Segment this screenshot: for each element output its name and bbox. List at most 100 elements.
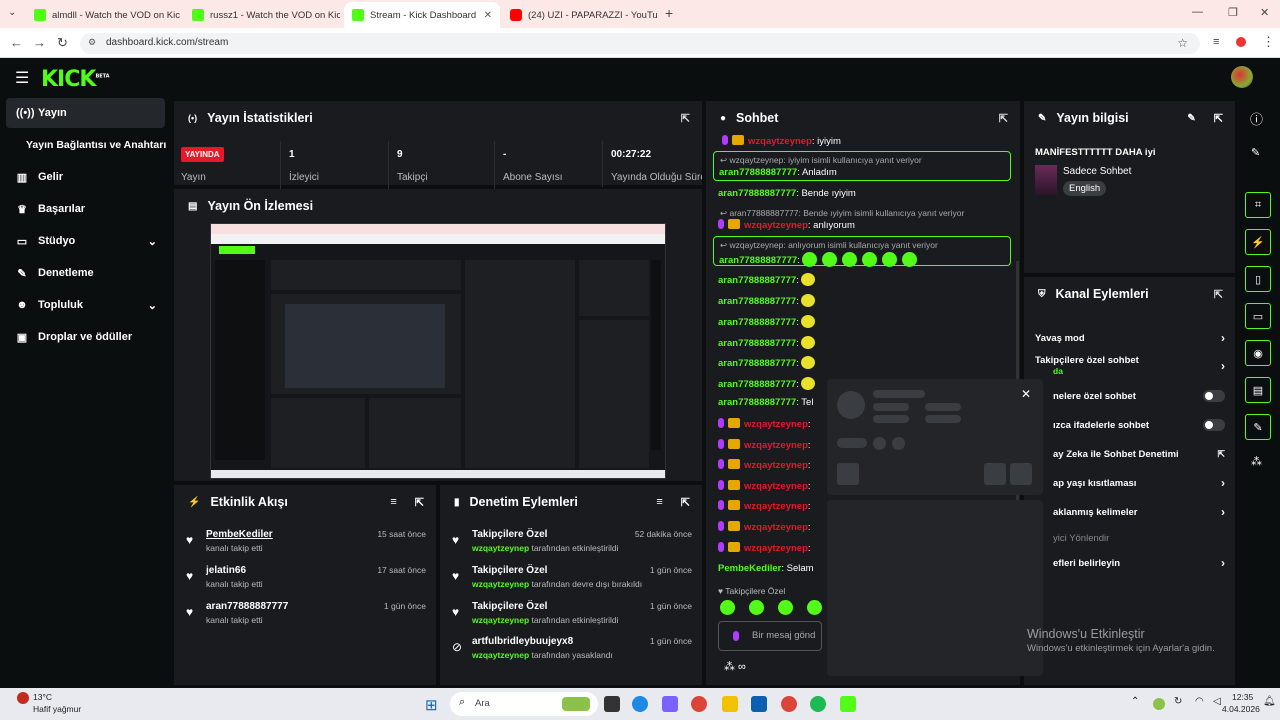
edit-icon[interactable]: ✎ xyxy=(1187,113,1195,124)
sidebar-item-basarilar[interactable]: ♛ Başarılar xyxy=(6,194,165,224)
edit-icon[interactable]: ✎ xyxy=(1251,146,1260,159)
chat-username[interactable]: aran77888887777 xyxy=(718,379,796,390)
document-icon[interactable]: ▯ xyxy=(1245,266,1271,292)
list-item[interactable]: ♥ Takipçilere Özel wzqaytzeynep tarafınd… xyxy=(452,601,692,635)
new-tab-icon[interactable]: + xyxy=(665,5,673,21)
chat-username[interactable]: wzqaytzeynep xyxy=(744,460,808,471)
wifi-icon[interactable]: ◠ xyxy=(1195,696,1204,707)
toggle-switch[interactable] xyxy=(1203,419,1225,431)
sidebar-item-topluluk[interactable]: ☻ Topluluk ⌄ xyxy=(6,290,165,320)
chevron-down-icon[interactable]: ⌄ xyxy=(148,299,157,312)
action-ai-moderation[interactable]: ay Zeka ile Sohbet Denetimi ⇱ xyxy=(1053,447,1225,461)
mod-user[interactable]: wzqaytzeynep xyxy=(472,650,529,660)
minimize-icon[interactable]: — xyxy=(1192,6,1203,18)
sidebar-item-yayin[interactable]: ((•)) Yayın xyxy=(6,98,165,128)
volume-icon[interactable]: ◁ xyxy=(1213,696,1221,707)
close-icon[interactable]: ✕ xyxy=(1021,387,1031,401)
action-set-effects[interactable]: efleri belirleyin › xyxy=(1053,556,1225,570)
chrome-active-icon[interactable] xyxy=(781,696,797,712)
list-item[interactable]: ♥ Takipçilere Özel wzqaytzeynep tarafınd… xyxy=(452,565,692,599)
tray-sync-icon[interactable]: ↻ xyxy=(1174,696,1182,707)
tray-chevron-icon[interactable]: ⌃ xyxy=(1131,696,1139,707)
chat-username[interactable]: wzqaytzeynep xyxy=(744,501,808,512)
list-item[interactable]: ♥ PembeKediler kanalı takip etti 15 saat… xyxy=(186,529,426,563)
chat-username[interactable]: aran77888887777 xyxy=(719,167,797,178)
chat-username[interactable]: wzqaytzeynep xyxy=(748,136,812,147)
mod-user[interactable]: wzqaytzeynep xyxy=(472,579,529,589)
broadcast-icon[interactable]: ◉ xyxy=(1245,340,1271,366)
weather-desc[interactable]: Hafif yağmur xyxy=(33,704,81,714)
chat-icon[interactable]: ▭ xyxy=(1245,303,1271,329)
list-item[interactable]: ⊘ artfulbridleybuujeyx8 wzqaytzeynep tar… xyxy=(452,636,692,670)
extension-icon[interactable] xyxy=(1236,37,1246,47)
kick-app-icon[interactable] xyxy=(840,696,856,712)
forward-icon[interactable]: → xyxy=(33,35,46,50)
chat-username[interactable]: aran77888887777 xyxy=(718,188,796,199)
action-emotes-only[interactable]: ızca ifadelerle sohbet xyxy=(1053,418,1225,432)
back-icon[interactable]: ← xyxy=(10,35,23,50)
file-explorer-icon[interactable] xyxy=(722,696,738,712)
clock-date[interactable]: 4.04.2026 xyxy=(1222,704,1260,714)
category-thumbnail[interactable] xyxy=(1035,165,1057,195)
reload-icon[interactable]: ↻ xyxy=(57,35,68,51)
url-field[interactable]: ⚙ dashboard.kick.com/stream ☆ xyxy=(80,33,1200,54)
browser-tab-1[interactable]: almdll - Watch the VOD on Kick ✕ xyxy=(26,4,180,26)
chat-username[interactable]: wzqaytzeynep xyxy=(744,419,808,430)
action-account-age[interactable]: ap yaşı kısıtlaması › xyxy=(1053,476,1225,490)
chat-username[interactable]: aran77888887777 xyxy=(718,338,796,349)
stream-preview-video[interactable] xyxy=(210,223,666,479)
site-info-icon[interactable]: ⚙ xyxy=(88,37,96,48)
follower-name[interactable]: aran77888887777 xyxy=(206,601,288,612)
windows-start-icon[interactable]: ⊞ xyxy=(425,696,438,714)
weather-temp[interactable]: 13°C xyxy=(33,692,52,702)
chat-username[interactable]: wzqaytzeynep xyxy=(744,543,808,554)
task-view-icon[interactable] xyxy=(604,696,620,712)
mod-user[interactable]: wzqaytzeynep xyxy=(472,543,529,553)
taskbar-search[interactable]: ⌕ Ara xyxy=(450,692,598,716)
sidebar-item-stream-key[interactable]: Yayın Bağlantısı ve Anahtarı xyxy=(6,130,166,160)
chat-input[interactable]: Bir mesaj gönd xyxy=(718,621,822,651)
chat-username[interactable]: wzqaytzeynep xyxy=(744,481,808,492)
chat-username[interactable]: wzqaytzeynep xyxy=(744,440,808,451)
kick-emote-icon[interactable] xyxy=(807,600,822,615)
toggle-switch[interactable] xyxy=(1203,390,1225,402)
community-icon[interactable]: ⁂ xyxy=(1251,455,1262,468)
action-subs-only[interactable]: nelere özel sohbet xyxy=(1053,389,1225,403)
info-icon[interactable]: ⓘ xyxy=(1250,109,1263,128)
popout-icon[interactable]: ⇱ xyxy=(415,496,424,509)
popout-icon[interactable]: ⇱ xyxy=(681,112,690,125)
hamburger-menu-icon[interactable]: ☰ xyxy=(15,68,29,88)
list-item[interactable]: ♥ jelatin66 kanalı takip etti 17 saat ön… xyxy=(186,565,426,599)
spotify-icon[interactable] xyxy=(810,696,826,712)
sidebar-item-studyo[interactable]: ▭ Stüdyo ⌄ xyxy=(6,226,165,256)
filter-icon[interactable]: ≡ xyxy=(656,496,662,508)
kick-logo[interactable]: KICKBETA xyxy=(41,67,110,92)
list-item[interactable]: ♥ Takipçilere Özel wzqaytzeynep tarafınd… xyxy=(452,529,692,563)
kick-emote-icon[interactable] xyxy=(778,600,793,615)
tab-list-icon[interactable]: ⌄ xyxy=(8,7,16,18)
chat-username[interactable]: wzqaytzeynep xyxy=(744,522,808,533)
popout-icon[interactable]: ⇱ xyxy=(1214,112,1223,125)
wrench-icon[interactable]: ✎ xyxy=(1245,414,1271,440)
chat-username[interactable]: aran77888887777 xyxy=(718,296,796,307)
clock-time[interactable]: 12:35 xyxy=(1232,692,1253,702)
chat-settings-icon[interactable]: ⁂ ∞ xyxy=(724,660,746,673)
chat-username[interactable]: aran77888887777 xyxy=(718,397,796,408)
kick-emote-icon[interactable] xyxy=(720,600,735,615)
chevron-down-icon[interactable]: ⌄ xyxy=(148,235,157,248)
close-tab-icon[interactable]: ✕ xyxy=(484,10,492,21)
browser-tab-4[interactable]: (24) UZI - PAPARAZZI - YouTub ✕ xyxy=(502,4,658,26)
follower-name[interactable]: jelatin66 xyxy=(206,565,246,576)
mod-user[interactable]: wzqaytzeynep xyxy=(472,615,529,625)
chat-username[interactable]: aran77888887777 xyxy=(718,317,796,328)
chat-username[interactable]: aran77888887777 xyxy=(718,358,796,369)
tray-app-icon[interactable] xyxy=(1153,698,1165,710)
chat-username[interactable]: wzqaytzeynep xyxy=(744,220,808,231)
popout-icon[interactable]: ⇱ xyxy=(681,496,690,509)
action-banned-words[interactable]: aklanmış kelimeler › xyxy=(1053,505,1225,519)
chat-username[interactable]: PembeKediler xyxy=(718,563,781,574)
layout-icon[interactable]: ▤ xyxy=(1245,377,1271,403)
popout-icon[interactable]: ⇱ xyxy=(1214,288,1223,301)
list-item[interactable]: ♥ aran77888887777 kanalı takip etti 1 gü… xyxy=(186,601,426,635)
bookmark-star-icon[interactable]: ☆ xyxy=(1177,36,1188,50)
